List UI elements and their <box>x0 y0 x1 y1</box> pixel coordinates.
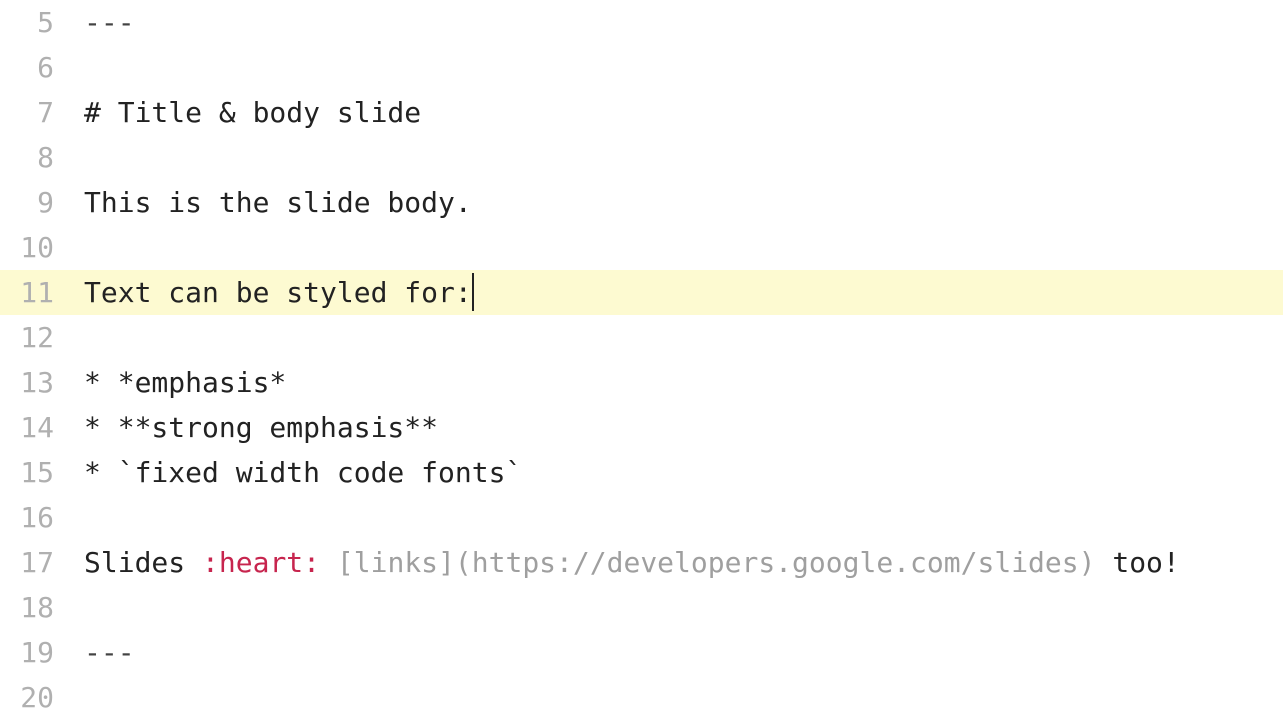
line-content[interactable]: * *emphasis* <box>66 360 1283 405</box>
line-content[interactable]: Slides :heart: [links](https://developer… <box>66 540 1283 585</box>
code-token: --- <box>84 6 135 39</box>
editor-line[interactable]: 12 <box>0 315 1283 360</box>
editor-line[interactable]: 13 * *emphasis* <box>0 360 1283 405</box>
editor-line[interactable]: 17Slides :heart: [links](https://develop… <box>0 540 1283 585</box>
line-content[interactable]: --- <box>66 0 1283 45</box>
editor-line[interactable]: 15 * `fixed width code fonts` <box>0 450 1283 495</box>
text-cursor <box>472 273 474 311</box>
editor-line[interactable]: 9 This is the slide body. <box>0 180 1283 225</box>
code-editor[interactable]: 5 --- 67 # Title & body slide 89 This is the … <box>0 0 1283 721</box>
line-number: 14 <box>0 405 66 450</box>
editor-line[interactable]: 6 <box>0 45 1283 90</box>
line-number: 10 <box>0 225 66 270</box>
editor-line[interactable]: 20 <box>0 675 1283 720</box>
line-content[interactable]: Text can be styled for: <box>66 270 1283 315</box>
line-number: 18 <box>0 585 66 630</box>
line-number: 8 <box>0 135 66 180</box>
code-token: Text can be styled for: <box>84 276 472 309</box>
editor-line[interactable]: 11 Text can be styled for: <box>0 270 1283 315</box>
line-content[interactable]: --- <box>66 630 1283 675</box>
line-content[interactable]: # Title & body slide <box>66 90 1283 135</box>
line-content[interactable]: * **strong emphasis** <box>66 405 1283 450</box>
code-token: Slides <box>84 546 202 579</box>
code-token: # Title & body slide <box>84 96 421 129</box>
editor-line[interactable]: 8 <box>0 135 1283 180</box>
line-content[interactable]: * `fixed width code fonts` <box>66 450 1283 495</box>
editor-line[interactable]: 18 <box>0 585 1283 630</box>
line-number: 17 <box>0 540 66 585</box>
line-number: 9 <box>0 180 66 225</box>
line-number: 15 <box>0 450 66 495</box>
editor-line[interactable]: 16 <box>0 495 1283 540</box>
line-number: 13 <box>0 360 66 405</box>
line-number: 5 <box>0 0 66 45</box>
code-token <box>320 546 337 579</box>
line-number: 16 <box>0 495 66 540</box>
line-number: 6 <box>0 45 66 90</box>
code-token: This is the slide body. <box>84 186 472 219</box>
editor-line[interactable]: 14 * **strong emphasis** <box>0 405 1283 450</box>
code-token: :heart: <box>202 546 320 579</box>
code-token: [links](https://developers.google.com/sl… <box>337 546 1096 579</box>
line-number: 11 <box>0 270 66 315</box>
code-token: * *emphasis* <box>84 366 286 399</box>
editor-line[interactable]: 10 <box>0 225 1283 270</box>
editor-line[interactable]: 19 --- <box>0 630 1283 675</box>
line-number: 12 <box>0 315 66 360</box>
editor-line[interactable]: 7 # Title & body slide <box>0 90 1283 135</box>
line-number: 7 <box>0 90 66 135</box>
line-content[interactable]: This is the slide body. <box>66 180 1283 225</box>
line-number: 19 <box>0 630 66 675</box>
code-token: * `fixed width code fonts` <box>84 456 522 489</box>
line-number: 20 <box>0 675 66 720</box>
editor-line[interactable]: 5 --- <box>0 0 1283 45</box>
code-token: * **strong emphasis** <box>84 411 438 444</box>
code-token: too! <box>1095 546 1179 579</box>
code-token: --- <box>84 636 135 669</box>
